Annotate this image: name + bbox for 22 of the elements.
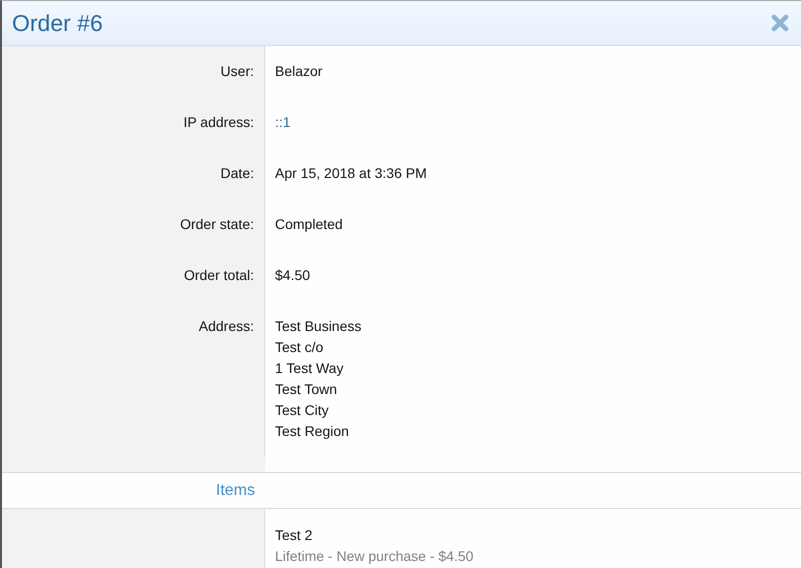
field-label: Address: [198,318,254,334]
section-heading: Items [216,482,255,498]
field-value: Test Business [275,317,362,336]
field-label: User: [220,63,254,79]
field-value: 1 Test Way [275,359,344,378]
field-value: Test City [275,401,329,420]
field-value: Completed [275,215,343,234]
field-value: Test Region [275,422,349,441]
field-label: Order total: [184,267,254,283]
field-value: Test c/o [275,338,324,357]
field-value: $4.50 [275,266,310,285]
field-value: Belazor [275,62,322,81]
field-label: IP address: [183,114,254,130]
item-detail: Lifetime - New purchase - $4.50 [275,547,474,566]
dialog-title: Order #6 [12,10,103,36]
field-label: Order state: [180,216,254,232]
item-name: Test 2 [275,526,312,545]
field-link[interactable]: ::1 [275,112,291,133]
close-icon[interactable] [771,14,789,32]
field-label: Date: [220,165,254,181]
field-value: Test Town [275,380,337,399]
field-value: Apr 15, 2018 at 3:36 PM [275,164,427,183]
